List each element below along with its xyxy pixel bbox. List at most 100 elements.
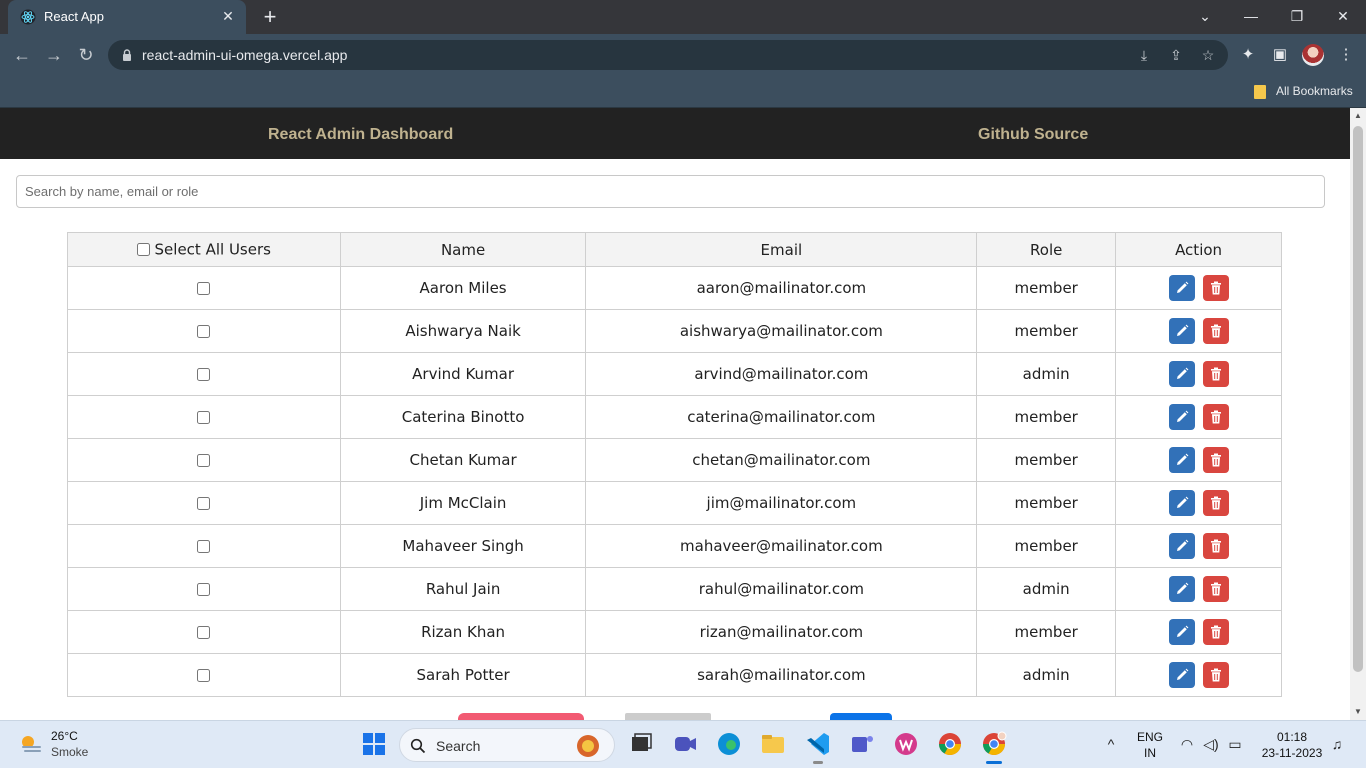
delete-button[interactable] — [1202, 576, 1229, 602]
minimize-icon[interactable]: — — [1237, 4, 1265, 28]
edit-button[interactable] — [1168, 275, 1195, 301]
address-bar[interactable]: react-admin-ui-omega.vercel.app ⤓ ⇪ ☆ — [108, 40, 1228, 70]
volume-icon[interactable]: ◁) — [1202, 735, 1220, 753]
user-email: mahaveer@mailinator.com — [585, 524, 978, 568]
taskbar-search-label: Search — [436, 738, 481, 754]
scroll-up-icon[interactable]: ▲ — [1350, 108, 1366, 124]
row-checkbox[interactable] — [197, 282, 211, 295]
action-header: Action — [1115, 232, 1282, 267]
edit-button[interactable] — [1168, 662, 1195, 688]
battery-icon[interactable]: ▭ — [1226, 735, 1244, 753]
browser-tab[interactable]: React App ✕ — [8, 0, 246, 34]
edit-button[interactable] — [1168, 361, 1195, 387]
file-explorer-icon[interactable] — [758, 729, 788, 759]
edit-button[interactable] — [1168, 619, 1195, 645]
close-window-icon[interactable]: ✕ — [1329, 4, 1357, 28]
page-viewport: React Admin Dashboard Github Source Sele… — [0, 108, 1350, 720]
chevron-up-icon[interactable]: ^ — [1102, 735, 1120, 753]
edit-icon — [1176, 281, 1188, 293]
edit-button[interactable] — [1168, 447, 1195, 473]
row-checkbox[interactable] — [197, 583, 211, 596]
delete-button[interactable] — [1202, 533, 1229, 559]
scroll-down-icon[interactable]: ▼ — [1350, 704, 1366, 720]
row-checkbox[interactable] — [197, 368, 211, 381]
plus-icon[interactable]: + — [258, 5, 282, 29]
edit-icon — [1176, 324, 1188, 336]
delete-button[interactable] — [1202, 619, 1229, 645]
page-scrollbar[interactable]: ▲ ▼ — [1350, 108, 1366, 720]
nav-github-link[interactable]: Github Source — [978, 126, 1088, 144]
edge-icon[interactable] — [714, 729, 744, 759]
edit-button[interactable] — [1168, 404, 1195, 430]
star-icon[interactable]: ☆ — [1198, 45, 1218, 65]
teams-icon[interactable] — [847, 729, 877, 759]
clock-date[interactable]: 23-11-2023 — [1256, 746, 1328, 760]
trash-icon — [1210, 324, 1221, 338]
delete-button[interactable] — [1202, 447, 1229, 473]
kebab-menu-icon[interactable]: ⋮ — [1334, 43, 1358, 67]
meet-icon[interactable] — [670, 729, 700, 759]
sidebar-icon[interactable]: ▣ — [1268, 43, 1292, 67]
notification-bell-icon[interactable]: ♫ — [1328, 735, 1346, 753]
row-checkbox[interactable] — [197, 454, 211, 467]
row-checkbox[interactable] — [197, 411, 211, 424]
row-checkbox[interactable] — [197, 669, 211, 682]
forward-icon[interactable]: → — [42, 43, 66, 67]
delete-button[interactable] — [1202, 404, 1229, 430]
user-name: Jim McClain — [339, 481, 587, 525]
wps-icon[interactable] — [891, 729, 921, 759]
vscode-icon[interactable] — [803, 729, 833, 759]
task-view-icon[interactable] — [626, 729, 656, 759]
all-bookmarks-link[interactable]: All Bookmarks — [1276, 84, 1353, 98]
chrome-icon[interactable] — [935, 729, 965, 759]
email-header: Email — [585, 232, 978, 267]
nav-dashboard-link[interactable]: React Admin Dashboard — [268, 126, 453, 144]
back-icon[interactable]: ← — [10, 43, 34, 67]
row-checkbox[interactable] — [197, 497, 211, 510]
close-icon[interactable]: ✕ — [218, 6, 238, 26]
reload-icon[interactable]: ↻ — [74, 43, 98, 67]
region-label[interactable]: IN — [1136, 746, 1164, 760]
delete-button[interactable] — [1202, 662, 1229, 688]
delete-button[interactable] — [1202, 361, 1229, 387]
edit-button[interactable] — [1168, 490, 1195, 516]
taskbar-search[interactable]: Search — [399, 728, 615, 762]
language-label[interactable]: ENG — [1136, 730, 1164, 744]
edit-button[interactable] — [1168, 533, 1195, 559]
row-checkbox[interactable] — [197, 325, 211, 338]
delete-button[interactable] — [1202, 318, 1229, 344]
chrome-profile-icon[interactable] — [979, 729, 1009, 759]
edit-button[interactable] — [1168, 576, 1195, 602]
share-icon[interactable]: ⇪ — [1166, 45, 1186, 65]
trash-icon — [1210, 410, 1221, 424]
bookmarks-bar: All Bookmarks — [0, 76, 1366, 108]
row-select-cell — [67, 352, 341, 396]
pagination-first-button[interactable] — [625, 713, 711, 720]
weather-icon[interactable] — [18, 731, 44, 757]
delete-button[interactable] — [1202, 275, 1229, 301]
row-actions — [1115, 352, 1282, 396]
user-email: aishwarya@mailinator.com — [585, 309, 978, 353]
chevron-down-icon[interactable]: ⌄ — [1191, 4, 1219, 28]
pagination-page-button[interactable] — [830, 713, 892, 720]
install-icon[interactable]: ⤓ — [1134, 45, 1154, 65]
restore-icon[interactable]: ❐ — [1283, 4, 1311, 28]
avatar[interactable] — [1302, 44, 1324, 66]
delete-selected-button[interactable] — [458, 713, 584, 720]
search-input[interactable] — [16, 175, 1325, 208]
row-actions — [1115, 653, 1282, 697]
windows-start-icon[interactable] — [359, 729, 389, 759]
select-all-label: Select All Users — [154, 240, 271, 259]
table-row: Chetan Kumar chetan@mailinator.com member — [67, 438, 1282, 482]
extensions-icon[interactable]: ✦ — [1236, 43, 1260, 67]
row-checkbox[interactable] — [197, 540, 211, 553]
scrollbar-thumb[interactable] — [1353, 126, 1363, 672]
clock-time[interactable]: 01:18 — [1258, 730, 1326, 744]
wifi-icon[interactable]: ◠ — [1178, 735, 1196, 753]
row-actions — [1115, 610, 1282, 654]
select-all-checkbox[interactable] — [136, 243, 150, 257]
row-checkbox[interactable] — [197, 626, 211, 639]
delete-button[interactable] — [1202, 490, 1229, 516]
row-actions — [1115, 524, 1282, 568]
edit-button[interactable] — [1168, 318, 1195, 344]
